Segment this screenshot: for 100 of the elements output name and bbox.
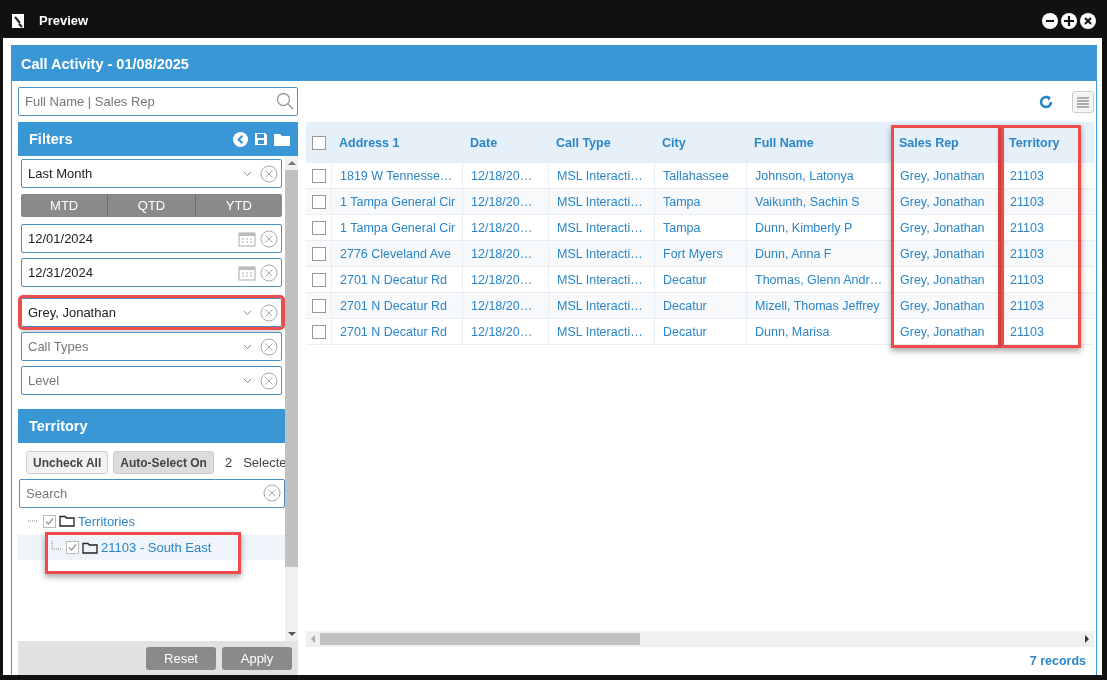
save-icon[interactable]: [254, 132, 268, 146]
date-field[interactable]: 12/01/2024: [21, 224, 282, 253]
horizontal-scrollbar[interactable]: [306, 631, 1094, 647]
table-cell: 2701 N Decatur Rd: [331, 319, 462, 344]
table-cell: 21103: [1001, 215, 1081, 240]
table-cell: Decatur: [654, 267, 746, 292]
clear-icon[interactable]: [260, 229, 278, 248]
window-title: Preview: [39, 13, 89, 28]
clear-icon[interactable]: [260, 263, 278, 282]
row-checkbox[interactable]: [311, 220, 326, 235]
scroll-right-arrow-icon[interactable]: [1084, 635, 1090, 643]
territory-search-field[interactable]: Search: [19, 479, 285, 508]
search-icon: [276, 92, 294, 110]
select-all-checkbox[interactable]: [311, 135, 326, 150]
table-cell: 12/18/20…: [462, 163, 548, 188]
period-button[interactable]: YTD: [194, 194, 282, 217]
table-cell: Grey, Jonathan: [891, 293, 1001, 318]
field-value: 12/31/2024: [28, 265, 95, 280]
table-cell: MSL Interacti…: [548, 215, 654, 240]
back-icon[interactable]: [233, 131, 248, 147]
period-button[interactable]: QTD: [107, 194, 195, 217]
maximize-icon[interactable]: [1061, 12, 1077, 29]
dropdown-field[interactable]: Level: [21, 366, 282, 395]
tree-node[interactable]: 21103 - South East: [18, 535, 285, 560]
menu-icon: [1077, 95, 1089, 108]
column-header[interactable]: Call Type: [548, 122, 654, 163]
toggle-button[interactable]: Uncheck All: [26, 451, 109, 474]
clear-icon[interactable]: [260, 164, 278, 183]
table-cell: 21103: [1001, 189, 1081, 214]
close-icon[interactable]: [1080, 12, 1096, 29]
checkbox[interactable]: [43, 514, 56, 528]
table-cell: Thomas, Glenn Andr…: [746, 267, 891, 292]
folder-icon[interactable]: [274, 132, 290, 146]
folder-icon: [59, 515, 75, 527]
field-value: Grey, Jonathan: [28, 305, 117, 320]
dropdown-field[interactable]: Call Types: [21, 332, 282, 361]
clear-icon[interactable]: [263, 484, 281, 502]
row-checkbox[interactable]: [311, 194, 326, 209]
table-cell: 12/18/20…: [462, 241, 548, 266]
date-field[interactable]: 12/31/2024: [21, 258, 282, 287]
dropdown-field[interactable]: Last Month: [21, 159, 282, 188]
row-checkbox[interactable]: [311, 298, 326, 313]
table-cell: 21103: [1001, 267, 1081, 292]
table-cell: 2701 N Decatur Rd: [331, 267, 462, 292]
scroll-left-arrow-icon[interactable]: [310, 635, 316, 643]
table-cell: 1 Tampa General Cir: [331, 215, 462, 240]
table-cell: Grey, Jonathan: [891, 215, 1001, 240]
scroll-up-arrow-icon[interactable]: [287, 160, 296, 166]
table-cell: Vaikunth, Sachin S: [746, 189, 891, 214]
table-cell: 21103: [1001, 293, 1081, 318]
tree-label: 21103 - South East: [101, 540, 212, 555]
chevron-icon: [243, 309, 252, 316]
field-value: Last Month: [28, 166, 94, 181]
minimize-icon[interactable]: [1042, 12, 1058, 29]
toggle-button[interactable]: Auto-Select On: [113, 451, 214, 474]
table-cell: Grey, Jonathan: [891, 267, 1001, 292]
table-cell: Fort Myers: [654, 241, 746, 266]
table-cell: 12/18/20…: [462, 319, 548, 344]
table-cell: 12/18/20…: [462, 293, 548, 318]
record-count: 7 records: [1029, 654, 1086, 668]
dropdown-field[interactable]: Grey, Jonathan: [21, 298, 282, 327]
column-header[interactable]: City: [654, 122, 746, 163]
row-checkbox[interactable]: [311, 272, 326, 287]
column-header[interactable]: Territory: [1001, 122, 1081, 163]
name-search-field[interactable]: Full Name | Sales Rep: [18, 87, 298, 116]
folder-icon: [82, 541, 98, 554]
period-button[interactable]: MTD: [21, 194, 108, 217]
column-header[interactable]: Full Name: [746, 122, 891, 163]
table-cell: Tampa: [654, 189, 746, 214]
clear-icon[interactable]: [260, 371, 278, 390]
calendar-icon[interactable]: [238, 230, 256, 247]
row-checkbox[interactable]: [311, 168, 326, 183]
chevron-icon: [243, 170, 252, 177]
column-header[interactable]: Address 1: [331, 122, 462, 163]
field-placeholder: Level: [28, 373, 61, 388]
tree-label: Territories: [78, 513, 136, 529]
vertical-scrollbar[interactable]: [285, 156, 298, 641]
footer-button[interactable]: Reset: [146, 646, 216, 670]
checkmark-icon: [44, 515, 55, 527]
table-cell: Grey, Jonathan: [891, 241, 1001, 266]
table-cell: 21103: [1001, 241, 1081, 266]
table-cell: Decatur: [654, 319, 746, 344]
calendar-icon[interactable]: [238, 264, 256, 281]
table-cell: Dunn, Anna F: [746, 241, 891, 266]
checkbox[interactable]: [66, 541, 79, 554]
refresh-icon[interactable]: [1038, 93, 1054, 110]
table-cell: Dunn, Marisa: [746, 319, 891, 344]
column-header[interactable]: Date: [462, 122, 548, 163]
row-checkbox[interactable]: [311, 324, 326, 339]
clear-icon[interactable]: [260, 337, 278, 356]
table-cell: 12/18/20…: [462, 215, 548, 240]
column-header[interactable]: Sales Rep: [891, 122, 1001, 163]
table-cell: MSL Interacti…: [548, 267, 654, 292]
row-checkbox[interactable]: [311, 246, 326, 261]
table-cell: 21103: [1001, 163, 1081, 188]
footer-button[interactable]: Apply: [222, 646, 292, 670]
scroll-down-arrow-icon[interactable]: [287, 631, 296, 637]
menu-button[interactable]: [1072, 90, 1094, 113]
tree-node[interactable]: Territories: [26, 511, 285, 531]
clear-icon[interactable]: [260, 303, 278, 322]
